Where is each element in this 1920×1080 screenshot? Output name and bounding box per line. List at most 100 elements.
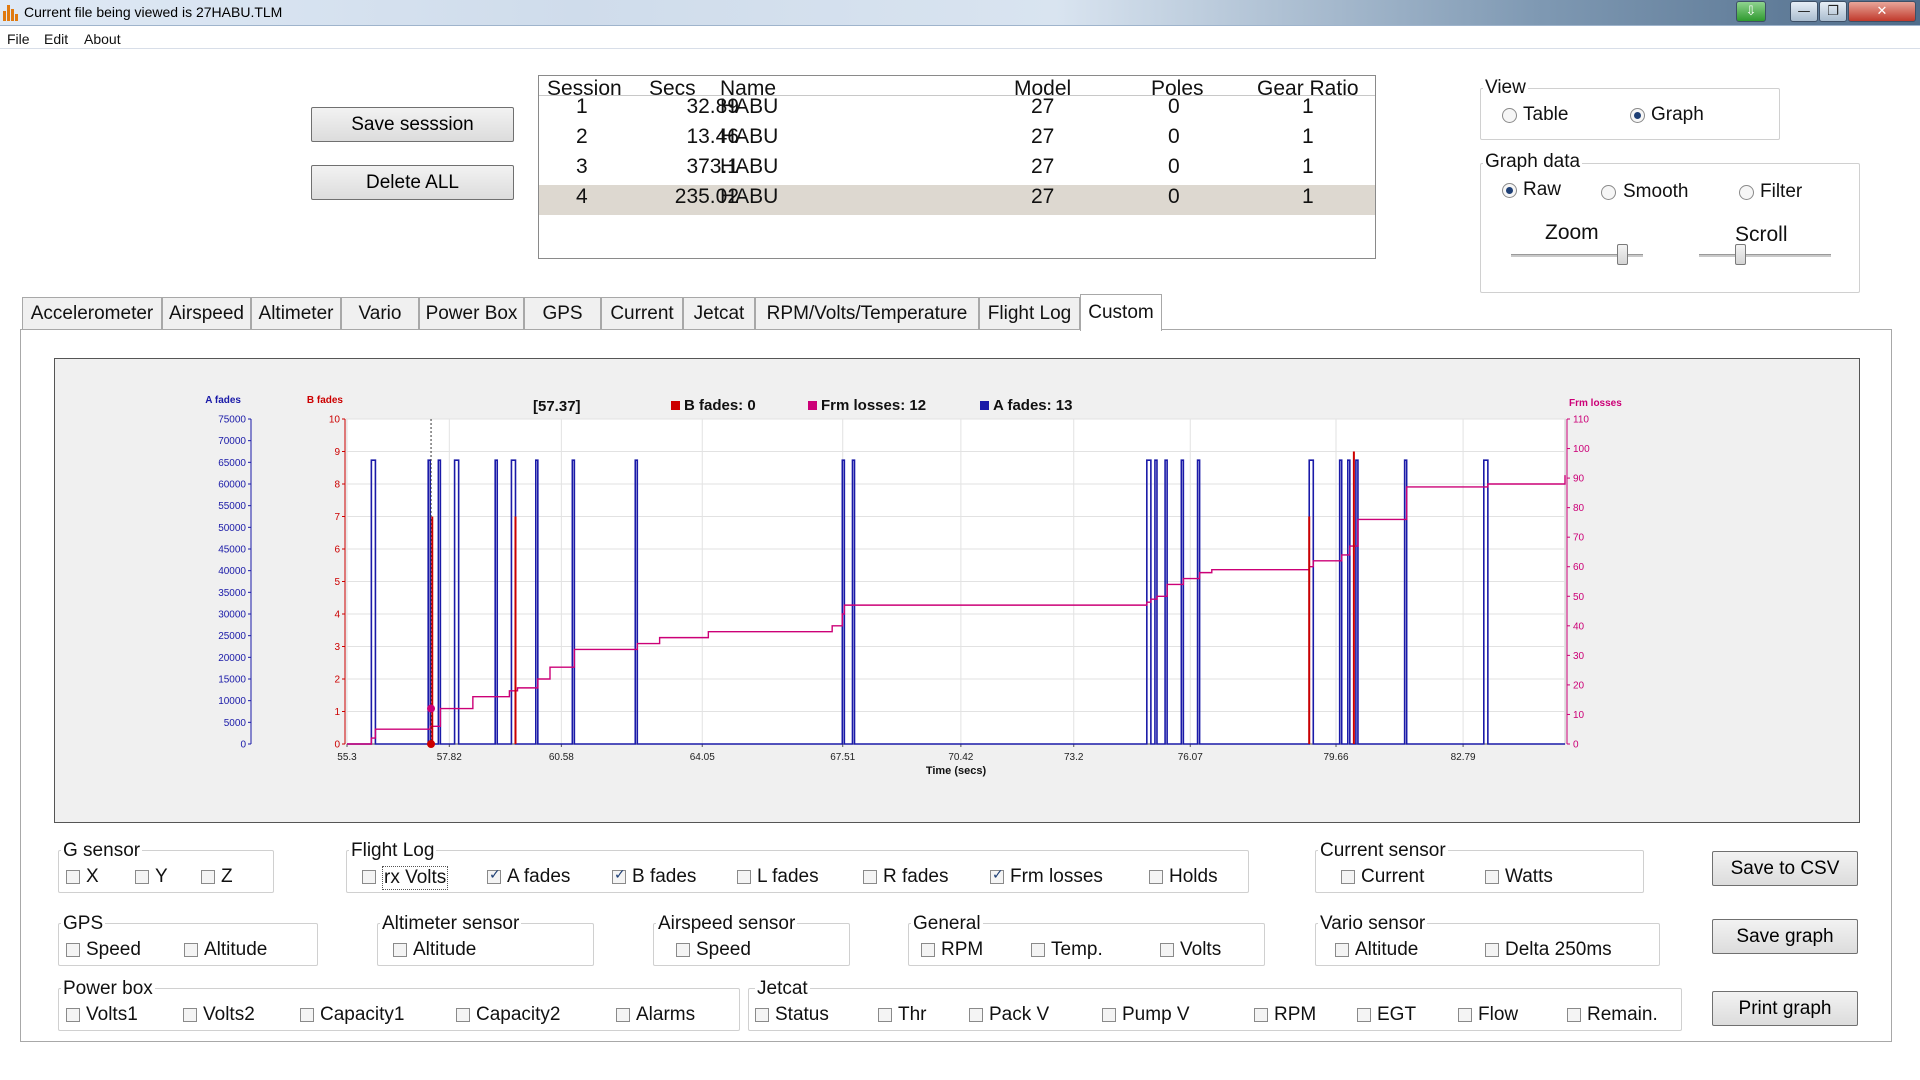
checkbox-volts[interactable] xyxy=(1160,943,1174,957)
tab-altimeter[interactable]: Altimeter xyxy=(251,297,341,330)
checkbox-flow[interactable] xyxy=(1458,1008,1472,1022)
table-row[interactable]: 1 32.89 HABU 27 0 1 xyxy=(539,95,1375,125)
checkbox-gps-speed[interactable] xyxy=(66,943,80,957)
filter-radio[interactable] xyxy=(1739,185,1754,200)
table-row[interactable]: 3 373.1 HABU 27 0 1 xyxy=(539,155,1375,185)
capacity1-label: Capacity1 xyxy=(320,1004,405,1025)
checkbox-vario-altitude[interactable] xyxy=(1335,943,1349,957)
close-button[interactable]: ✕ xyxy=(1848,1,1916,22)
checkbox-delta-250ms[interactable] xyxy=(1485,943,1499,957)
session-table[interactable]: Session Secs Name Model Poles Gear Ratio… xyxy=(538,75,1376,259)
checkbox-remain[interactable] xyxy=(1567,1008,1581,1022)
save-session-button[interactable]: Save sesssion xyxy=(311,107,514,142)
axis-a-tick-label: 70000 xyxy=(218,436,246,447)
checkbox-b-fades[interactable] xyxy=(612,867,626,884)
view-graph-radio[interactable] xyxy=(1630,108,1645,123)
tab-current[interactable]: Current xyxy=(601,297,683,330)
tab-gps[interactable]: GPS xyxy=(524,297,601,330)
maximize-button[interactable]: ❐ xyxy=(1819,1,1847,22)
checkbox-g-y[interactable] xyxy=(135,870,149,884)
axis-a-tick-label: 55000 xyxy=(218,501,246,512)
download-icon[interactable]: ⇩ xyxy=(1736,1,1766,22)
zoom-slider[interactable] xyxy=(1511,244,1643,265)
menu-edit[interactable]: Edit xyxy=(44,31,68,47)
gps-title: GPS xyxy=(61,913,106,935)
tab-jetcat[interactable]: Jetcat xyxy=(683,297,755,330)
zoom-slider-handle[interactable] xyxy=(1617,244,1629,265)
table-row[interactable]: 2 13.46 HABU 27 0 1 xyxy=(539,125,1375,155)
checkbox-volts1[interactable] xyxy=(66,1008,80,1022)
checkbox-pump-v[interactable] xyxy=(1102,1008,1116,1022)
checkbox-capacity2[interactable] xyxy=(456,1008,470,1022)
checkbox-pack-v[interactable] xyxy=(969,1008,983,1022)
raw-radio[interactable] xyxy=(1502,183,1517,198)
tab-custom[interactable]: Custom xyxy=(1080,294,1162,331)
checkbox-current[interactable] xyxy=(1341,870,1355,884)
checkbox-thr[interactable] xyxy=(878,1008,892,1022)
tab-accelerometer[interactable]: Accelerometer xyxy=(22,297,162,330)
checkbox-rpm[interactable] xyxy=(921,943,935,957)
checkbox-status[interactable] xyxy=(755,1008,769,1022)
capacity2-label: Capacity2 xyxy=(476,1004,561,1025)
delete-all-button[interactable]: Delete ALL xyxy=(311,165,514,200)
checkbox-egt[interactable] xyxy=(1357,1008,1371,1022)
r-fades-label: R fades xyxy=(883,866,949,887)
checkbox-r-fades[interactable] xyxy=(863,870,877,884)
axis-a-tick-label: 50000 xyxy=(218,523,246,534)
axis-a-tick-label: 30000 xyxy=(218,610,246,621)
axis-b-tick-label: 3 xyxy=(334,642,340,653)
view-table-radio[interactable] xyxy=(1502,108,1517,123)
axis-b-tick-label: 5 xyxy=(334,577,340,588)
graph-chart[interactable]: 7500070000650006000055000500004500040000… xyxy=(55,359,1859,822)
menu-file[interactable]: File xyxy=(7,31,30,47)
tab-power-box[interactable]: Power Box xyxy=(419,297,524,330)
print-graph-button[interactable]: Print graph xyxy=(1712,991,1858,1026)
g-sensor-title: G sensor xyxy=(61,840,143,862)
x-axis-label: Time (secs) xyxy=(926,765,987,777)
checkbox-rx-volts[interactable] xyxy=(362,870,376,884)
zoom-label: Zoom xyxy=(1545,221,1599,244)
checkbox-gps-altitude[interactable] xyxy=(184,943,198,957)
checkbox-frm-losses[interactable] xyxy=(990,867,1004,884)
checkbox-a-fades[interactable] xyxy=(487,867,501,884)
save-to-csv-button[interactable]: Save to CSV xyxy=(1712,851,1858,886)
save-graph-button[interactable]: Save graph xyxy=(1712,919,1858,954)
checkbox-volts2[interactable] xyxy=(183,1008,197,1022)
checkbox-jetcat-rpm[interactable] xyxy=(1254,1008,1268,1022)
watts-label: Watts xyxy=(1505,866,1553,887)
filter-label: Filter xyxy=(1760,181,1803,202)
graph-area[interactable]: 75000 70000 65000 60000 55000 50000 45000 40000… xyxy=(54,358,1860,823)
axis-b-label: B fades xyxy=(307,395,344,406)
checkbox-alarms[interactable] xyxy=(616,1008,630,1022)
checkbox-g-x[interactable] xyxy=(66,870,80,884)
axis-a-tick-label: 65000 xyxy=(218,458,246,469)
airspeed-sensor-group: Airspeed sensor Speed xyxy=(653,913,850,966)
checkbox-holds[interactable] xyxy=(1149,870,1163,884)
remain-label: Remain. xyxy=(1587,1004,1658,1025)
checkbox-capacity1[interactable] xyxy=(300,1008,314,1022)
checkbox-l-fades[interactable] xyxy=(737,870,751,884)
tab-flight-log[interactable]: Flight Log xyxy=(979,297,1080,330)
axis-a-tick-label: 25000 xyxy=(218,631,246,642)
checkbox-g-z[interactable] xyxy=(201,870,215,884)
scroll-slider-handle[interactable] xyxy=(1735,244,1747,265)
flow-label: Flow xyxy=(1478,1004,1519,1025)
scroll-slider[interactable] xyxy=(1699,244,1831,265)
tab-rpm-volts-temperature[interactable]: RPM/Volts/Temperature xyxy=(755,297,979,330)
axis-a-tick-label: 0 xyxy=(240,740,246,751)
smooth-radio[interactable] xyxy=(1601,185,1616,200)
checkbox-airspeed-speed[interactable] xyxy=(676,943,690,957)
view-title: View xyxy=(1483,77,1528,99)
general-title: General xyxy=(911,913,983,935)
checkbox-altimeter-altitude[interactable] xyxy=(393,943,407,957)
menu-about[interactable]: About xyxy=(84,31,121,47)
table-row-selected[interactable]: 4 235.02 HABU 27 0 1 xyxy=(539,185,1375,215)
jetcat-group: Jetcat Status Thr Pack V Pump V RPM EGT … xyxy=(748,978,1682,1031)
checkbox-temp[interactable] xyxy=(1031,943,1045,957)
vario-sensor-group: Vario sensor Altitude Delta 250ms xyxy=(1315,913,1660,966)
axis-frm-tick-label: 20 xyxy=(1573,680,1585,691)
tab-vario[interactable]: Vario xyxy=(341,297,419,330)
tab-airspeed[interactable]: Airspeed xyxy=(162,297,251,330)
minimize-button[interactable]: — xyxy=(1790,1,1818,22)
checkbox-watts[interactable] xyxy=(1485,870,1499,884)
